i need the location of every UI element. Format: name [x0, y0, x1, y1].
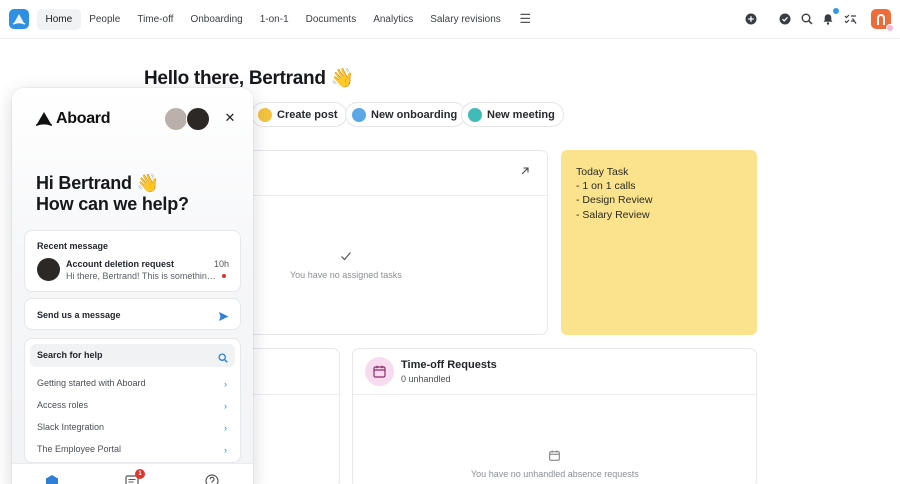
- nav-analytics[interactable]: Analytics: [365, 9, 422, 30]
- tasks-card: You have no assigned tasks: [240, 150, 548, 335]
- time-off-subtitle: 0 unhandled: [401, 374, 451, 384]
- help-tab-icon[interactable]: [205, 474, 219, 484]
- widget-greeting: Hi Bertrand 👋 How can we help?: [36, 173, 189, 215]
- widget-greeting-line2: How can we help?: [36, 194, 189, 214]
- help-article-title: The Employee Portal: [37, 444, 122, 454]
- onboarding-icon: [352, 107, 366, 122]
- nav-onboarding[interactable]: Onboarding: [182, 9, 251, 30]
- tasks-checklist-icon[interactable]: [843, 12, 857, 26]
- chevron-right-icon: ›: [224, 401, 227, 411]
- time-off-empty-state: You have no unhandled absence requests: [471, 469, 639, 479]
- help-article-link[interactable]: The Employee Portal ›: [37, 444, 230, 458]
- help-article-link[interactable]: Slack Integration ›: [37, 422, 230, 436]
- help-article-title: Access roles: [37, 400, 89, 410]
- time-off-requests-card: Time-off Requests 0 unhandled You have n…: [352, 348, 757, 484]
- search-for-help-input[interactable]: Search for help: [30, 344, 235, 367]
- help-article-link[interactable]: Getting started with Aboard ›: [37, 378, 230, 392]
- hamburger-menu-icon[interactable]: ☰: [515, 8, 535, 30]
- nav-1-on-1[interactable]: 1-on-1: [251, 9, 297, 30]
- new-onboarding-button[interactable]: New onboarding: [345, 102, 467, 127]
- help-chat-widget: Aboard ✕ Hi Bertrand 👋 How can we help? …: [12, 88, 253, 484]
- calendar-icon: [365, 357, 394, 386]
- meeting-icon: [468, 107, 482, 122]
- support-agent-avatar: [186, 107, 210, 131]
- card-divider: [353, 394, 756, 395]
- close-icon[interactable]: ✕: [223, 111, 237, 125]
- chevron-right-icon: ›: [224, 379, 227, 389]
- check-circle-icon[interactable]: [778, 12, 792, 26]
- support-agent-avatar: [164, 107, 188, 131]
- nav-time-off[interactable]: Time-off: [129, 9, 182, 30]
- widget-brand: Aboard: [36, 110, 111, 128]
- sticky-note[interactable]: Today Task - 1 on 1 calls - Design Revie…: [561, 150, 757, 335]
- user-avatar[interactable]: [871, 9, 894, 32]
- page-greeting: Hello there, Bertrand 👋: [144, 68, 354, 89]
- checkmark-icon: [340, 249, 352, 267]
- nav-home[interactable]: Home: [37, 8, 81, 30]
- avatar-status-dot: [886, 24, 894, 32]
- help-search-card: Search for help Getting started with Abo…: [24, 338, 241, 463]
- search-icon: [218, 350, 228, 368]
- recent-message-title: Recent message: [37, 241, 109, 251]
- note-line: - Salary Review: [576, 208, 650, 221]
- help-article-title: Getting started with Aboard: [37, 378, 146, 388]
- new-meeting-button[interactable]: New meeting: [461, 102, 564, 127]
- search-label: Search for help: [37, 350, 103, 360]
- message-preview: Hi there, Bertrand! This is something…: [66, 271, 216, 281]
- send-message-label: Send us a message: [37, 310, 121, 320]
- note-line: - 1 on 1 calls: [576, 180, 636, 193]
- widget-bottom-nav: 1: [12, 463, 253, 484]
- notification-dot: [833, 8, 839, 14]
- send-message-button[interactable]: Send us a message: [24, 298, 241, 330]
- search-icon[interactable]: [800, 12, 814, 26]
- nav-people[interactable]: People: [81, 9, 129, 30]
- send-icon: [218, 309, 229, 327]
- post-emoji-icon: [258, 107, 272, 122]
- help-article-title: Slack Integration: [37, 422, 105, 432]
- nav-documents[interactable]: Documents: [297, 9, 365, 30]
- aboard-logo-icon: [36, 112, 52, 126]
- unread-dot: [222, 274, 226, 278]
- bell-icon[interactable]: [821, 12, 835, 26]
- chevron-right-icon: ›: [224, 445, 227, 455]
- card-divider: [241, 394, 339, 395]
- nav-salary-revisions[interactable]: Salary revisions: [422, 9, 510, 30]
- message-time: 10h: [213, 259, 229, 269]
- top-navigation-bar: Home People Time-off Onboarding 1-on-1 D…: [0, 0, 900, 39]
- messages-badge: 1: [135, 469, 145, 479]
- widget-greeting-line1: Hi Bertrand 👋: [36, 173, 159, 193]
- card-divider: [241, 195, 547, 196]
- add-circle-icon[interactable]: [744, 12, 758, 26]
- note-line: - Design Review: [576, 194, 653, 207]
- chevron-right-icon: ›: [224, 423, 227, 433]
- main-nav: Home People Time-off Onboarding 1-on-1 D…: [37, 8, 535, 30]
- avatar: [37, 258, 60, 281]
- message-title: Account deletion request: [66, 259, 175, 269]
- calendar-empty-icon: [549, 448, 560, 466]
- create-post-button[interactable]: Create post: [251, 102, 347, 127]
- tasks-empty-state: You have no assigned tasks: [290, 270, 402, 280]
- new-meeting-label: New meeting: [487, 108, 555, 121]
- widget-brand-name: Aboard: [56, 110, 111, 127]
- create-post-label: Create post: [277, 108, 338, 121]
- app-logo-icon[interactable]: [9, 9, 29, 29]
- home-tab-icon[interactable]: [45, 474, 59, 484]
- new-onboarding-label: New onboarding: [371, 108, 458, 121]
- expand-arrow-icon[interactable]: [520, 163, 530, 181]
- lower-left-card: e: [240, 348, 340, 484]
- recent-message-card[interactable]: Recent message Account deletion request …: [24, 230, 241, 292]
- time-off-title: Time-off Requests: [401, 359, 497, 371]
- help-article-link[interactable]: Access roles ›: [37, 400, 230, 414]
- note-line: Today Task: [576, 166, 629, 178]
